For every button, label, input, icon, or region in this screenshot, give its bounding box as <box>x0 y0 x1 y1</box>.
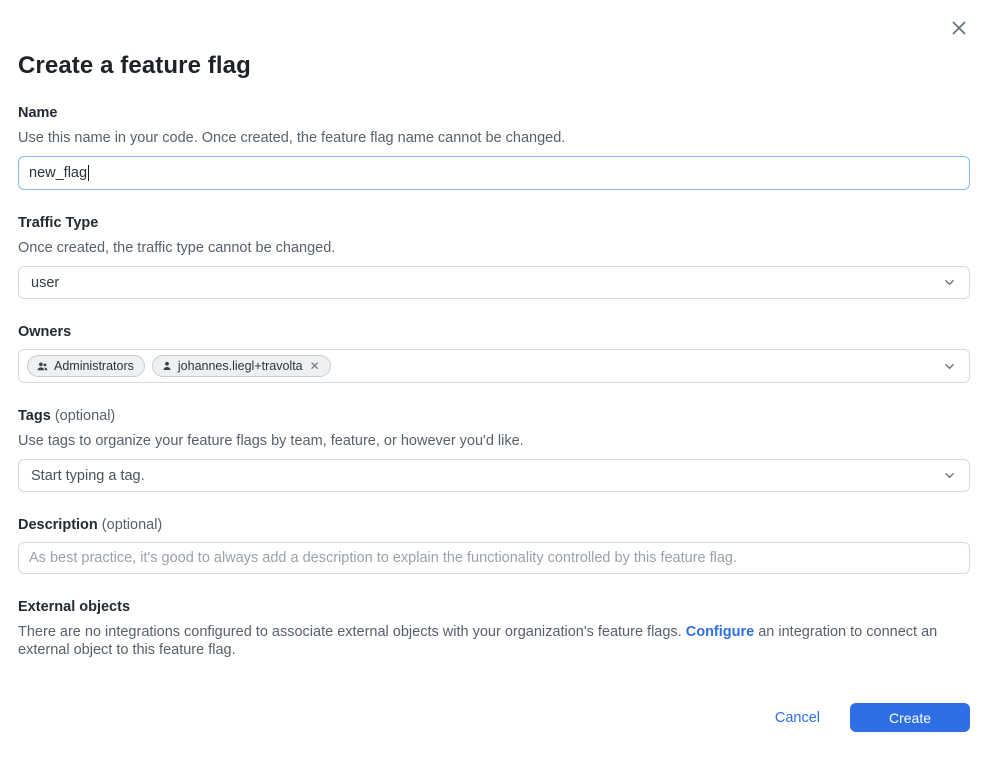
name-input[interactable]: new_flag <box>18 156 970 190</box>
tags-optional-text: (optional) <box>55 408 115 424</box>
external-objects-label: External objects <box>18 599 970 615</box>
name-label: Name <box>18 105 970 121</box>
create-flag-modal: Create a feature flag Name Use this name… <box>0 0 988 732</box>
owner-chip-label: johannes.liegl+travolta <box>178 359 303 373</box>
tags-select[interactable]: Start typing a tag. <box>18 459 970 492</box>
configure-link[interactable]: Configure <box>686 624 754 640</box>
close-x-glyph <box>948 17 970 39</box>
chevron-down-icon <box>942 359 957 374</box>
owner-chip[interactable]: johannes.liegl+travolta ✕ <box>152 355 331 377</box>
cancel-button[interactable]: Cancel <box>775 710 820 726</box>
group-icon <box>36 360 49 373</box>
chevron-down-icon <box>942 275 957 290</box>
chevron-down-icon <box>942 468 957 483</box>
person-icon <box>161 360 173 372</box>
description-input[interactable] <box>18 542 970 574</box>
tags-helper: Use tags to organize your feature flags … <box>18 432 970 450</box>
traffic-type-value: user <box>31 275 59 291</box>
modal-title: Create a feature flag <box>18 52 970 80</box>
external-text-before: There are no integrations configured to … <box>18 624 686 640</box>
owners-select[interactable]: Administrators johannes.liegl+travolta ✕ <box>18 349 970 383</box>
description-label: Description (optional) <box>18 517 970 533</box>
owner-chip-label: Administrators <box>54 359 134 373</box>
name-helper: Use this name in your code. Once created… <box>18 129 970 147</box>
external-objects-text: There are no integrations configured to … <box>18 623 970 659</box>
tags-placeholder: Start typing a tag. <box>31 468 145 484</box>
create-button[interactable]: Create <box>850 703 970 732</box>
traffic-type-select[interactable]: user <box>18 266 970 299</box>
traffic-type-helper: Once created, the traffic type cannot be… <box>18 239 970 257</box>
tags-label-text: Tags <box>18 408 51 424</box>
description-label-text: Description <box>18 517 98 533</box>
description-optional-text: (optional) <box>102 517 162 533</box>
tags-label: Tags (optional) <box>18 408 970 424</box>
owners-label: Owners <box>18 324 970 340</box>
remove-owner-icon[interactable]: ✕ <box>310 360 320 372</box>
owner-chip[interactable]: Administrators <box>27 355 145 377</box>
name-input-value: new_flag <box>29 165 87 181</box>
close-icon[interactable] <box>946 15 972 41</box>
modal-footer: Cancel Create <box>18 703 970 732</box>
text-caret <box>88 165 89 181</box>
traffic-type-label: Traffic Type <box>18 215 970 231</box>
